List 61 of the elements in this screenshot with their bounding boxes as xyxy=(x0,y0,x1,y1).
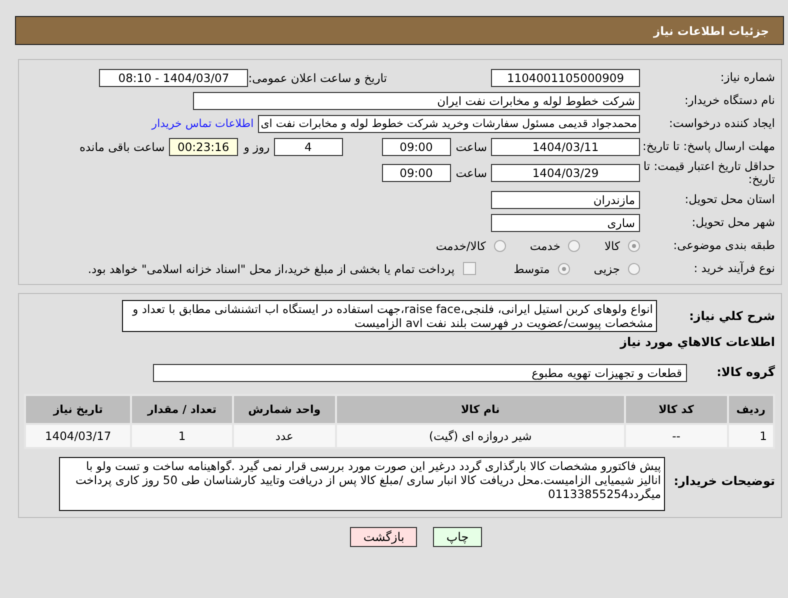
radio-button[interactable] xyxy=(628,240,640,252)
deadline-date-field: 1404/03/11 xyxy=(491,138,640,156)
option-label: جزیی xyxy=(594,262,620,276)
deadline-time-field: 09:00 xyxy=(382,138,451,156)
field-label: ساعت xyxy=(456,140,487,154)
table-cell: -- xyxy=(624,424,728,448)
field-label: حداقل تاریخ اعتبار قیمت: تا تاریخ: xyxy=(642,160,775,186)
field-label: نوع فرآیند خرید : xyxy=(692,262,775,275)
table-cell: 1 xyxy=(131,424,233,448)
column-header: تعداد / مقدار xyxy=(131,395,233,424)
buyer-contact-link[interactable]: اطلاعات تماس خریدار xyxy=(152,117,254,130)
radio-button[interactable] xyxy=(568,240,580,252)
column-header: واحد شمارش xyxy=(232,395,336,424)
buyer-notes-textarea[interactable]: پیش فاکتورو مشخصات کالا بارگذاری گردد درغیر این صورت مورد بررسی قرار نمی گیرد .گواهینامه ساخت و تست ولو با انالیز شیمیایی الزامیست.محل دریافت کالا انبار ساری /مبلغ کالا پس از دریافت وتایید کارشناسان طی 50 روز کاری پرداخت میگردد01133855254 xyxy=(59,457,665,511)
back-button[interactable]: بازگشت xyxy=(350,527,418,547)
field-label: ایجاد کننده درخواست: xyxy=(668,117,775,130)
print-button[interactable]: چاپ xyxy=(433,527,482,547)
city-field: ساری xyxy=(491,214,640,232)
table-cell: 1404/03/17 xyxy=(25,424,132,448)
validity-date-field: 1404/03/29 xyxy=(491,164,640,182)
column-header: تاریخ نیاز xyxy=(25,395,132,424)
table-cell: شیر دروازه ای (گیت) xyxy=(336,424,625,448)
page-title: جزئیات اطلاعات نیاز xyxy=(653,24,769,38)
buyer-org-field: شرکت خطوط لوله و مخابرات نفت ایران xyxy=(193,92,640,110)
field-label: شماره نیاز: xyxy=(719,71,775,84)
validity-time-field: 09:00 xyxy=(382,164,451,182)
field-label: ساعت باقی مانده xyxy=(80,140,165,154)
field-label: طبقه بندی موضوعی: xyxy=(672,239,775,252)
remaining-time-field: 00:23:16 xyxy=(168,138,238,156)
field-label: تاریخ و ساعت اعلان عمومی: xyxy=(248,70,387,84)
field-label: مهلت ارسال پاسخ: تا تاریخ: xyxy=(641,140,775,153)
field-label: شرح کلي نياز: xyxy=(688,308,775,323)
field-label: گروه کالا: xyxy=(716,366,775,379)
option-label: متوسط xyxy=(514,262,550,276)
announce-date-field: 1404/03/07 - 08:10 xyxy=(99,68,248,86)
checkbox[interactable] xyxy=(462,262,476,275)
table-cell: 1 xyxy=(728,424,774,448)
column-header: ردیف xyxy=(728,395,774,424)
field-label: روز و xyxy=(244,140,270,154)
requester-field: محمدجواد قدیمی مسئول سفارشات وخرید شرکت خطوط لوله و مخابرات نفت ای xyxy=(258,114,640,132)
radio-button[interactable] xyxy=(494,240,506,252)
description-textarea[interactable]: انواع ولوهای کربن استیل ایرانی، فلنجی،raise face،جهت استفاده در ایستگاه اب اتشنشانی مطابق با تعداد و مشخصات پیوست/عضویت در فهرست بلند نفت avl الزامیست xyxy=(122,300,657,332)
option-label: پرداخت تمام یا بخشی از مبلغ خرید،از محل "اسناد خزانه اسلامی" خواهد بود. xyxy=(88,262,455,276)
days-field: 4 xyxy=(274,138,343,156)
field-label: ساعت xyxy=(456,166,487,180)
radio-button[interactable] xyxy=(628,262,640,274)
column-header: کد کالا xyxy=(624,395,728,424)
province-field: مازندران xyxy=(491,190,640,208)
field-label: توضیحات خریدار: xyxy=(672,473,775,488)
option-label: کالا xyxy=(604,238,620,252)
section-title: اطلاعات کالاهاي مورد نياز xyxy=(618,335,775,349)
field-label: نام دستگاه خریدار: xyxy=(683,94,775,107)
table-cell: عدد xyxy=(232,424,336,448)
column-header: نام کالا xyxy=(336,395,625,424)
field-label: شهر محل تحویل: xyxy=(690,216,775,229)
need-number-field: 1104001105000909 xyxy=(491,68,640,86)
field-label: استان محل تحویل: xyxy=(684,193,775,206)
goods-group-field: قطعات و تجهیزات تهویه مطبوع xyxy=(153,364,687,382)
option-label: کالا/خدمت xyxy=(436,238,486,252)
radio-button[interactable] xyxy=(558,262,570,274)
option-label: خدمت xyxy=(530,238,560,252)
